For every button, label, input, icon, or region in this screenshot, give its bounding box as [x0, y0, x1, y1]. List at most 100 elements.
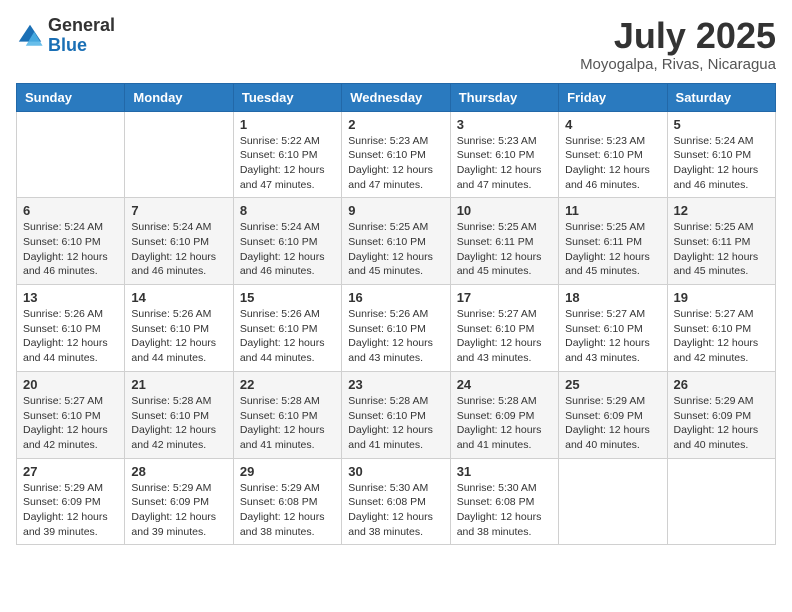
calendar-cell: 26 Sunrise: 5:29 AMSunset: 6:09 PMDaylig…	[667, 371, 775, 458]
calendar-cell: 1 Sunrise: 5:22 AMSunset: 6:10 PMDayligh…	[233, 111, 341, 198]
day-info: Sunrise: 5:28 AMSunset: 6:10 PMDaylight:…	[348, 395, 433, 451]
calendar-cell: 5 Sunrise: 5:24 AMSunset: 6:10 PMDayligh…	[667, 111, 775, 198]
day-info: Sunrise: 5:25 AMSunset: 6:11 PMDaylight:…	[565, 221, 650, 277]
calendar-cell: 23 Sunrise: 5:28 AMSunset: 6:10 PMDaylig…	[342, 371, 450, 458]
day-info: Sunrise: 5:30 AMSunset: 6:08 PMDaylight:…	[457, 482, 542, 538]
logo: General Blue	[16, 16, 115, 56]
day-info: Sunrise: 5:27 AMSunset: 6:10 PMDaylight:…	[565, 308, 650, 364]
title-area: July 2025 Moyogalpa, Rivas, Nicaragua	[580, 16, 776, 73]
day-number: 19	[674, 290, 769, 305]
calendar-cell: 14 Sunrise: 5:26 AMSunset: 6:10 PMDaylig…	[125, 285, 233, 372]
day-info: Sunrise: 5:24 AMSunset: 6:10 PMDaylight:…	[674, 135, 759, 191]
calendar-cell: 8 Sunrise: 5:24 AMSunset: 6:10 PMDayligh…	[233, 198, 341, 285]
calendar-cell: 15 Sunrise: 5:26 AMSunset: 6:10 PMDaylig…	[233, 285, 341, 372]
location: Moyogalpa, Rivas, Nicaragua	[580, 56, 776, 73]
day-number: 21	[131, 377, 226, 392]
day-number: 31	[457, 464, 552, 479]
calendar-cell: 28 Sunrise: 5:29 AMSunset: 6:09 PMDaylig…	[125, 458, 233, 545]
day-info: Sunrise: 5:29 AMSunset: 6:09 PMDaylight:…	[565, 395, 650, 451]
day-number: 14	[131, 290, 226, 305]
day-number: 10	[457, 203, 552, 218]
calendar-week-row: 13 Sunrise: 5:26 AMSunset: 6:10 PMDaylig…	[17, 285, 776, 372]
calendar-week-row: 1 Sunrise: 5:22 AMSunset: 6:10 PMDayligh…	[17, 111, 776, 198]
calendar-cell: 6 Sunrise: 5:24 AMSunset: 6:10 PMDayligh…	[17, 198, 125, 285]
logo-text: General Blue	[48, 16, 115, 56]
header-saturday: Saturday	[667, 83, 775, 111]
logo-blue: Blue	[48, 36, 115, 56]
calendar-cell: 17 Sunrise: 5:27 AMSunset: 6:10 PMDaylig…	[450, 285, 558, 372]
calendar-cell: 19 Sunrise: 5:27 AMSunset: 6:10 PMDaylig…	[667, 285, 775, 372]
calendar-week-row: 6 Sunrise: 5:24 AMSunset: 6:10 PMDayligh…	[17, 198, 776, 285]
calendar-cell	[17, 111, 125, 198]
day-number: 22	[240, 377, 335, 392]
calendar-cell: 3 Sunrise: 5:23 AMSunset: 6:10 PMDayligh…	[450, 111, 558, 198]
calendar-cell: 24 Sunrise: 5:28 AMSunset: 6:09 PMDaylig…	[450, 371, 558, 458]
calendar-cell	[667, 458, 775, 545]
day-info: Sunrise: 5:26 AMSunset: 6:10 PMDaylight:…	[240, 308, 325, 364]
header-thursday: Thursday	[450, 83, 558, 111]
header-friday: Friday	[559, 83, 667, 111]
day-info: Sunrise: 5:29 AMSunset: 6:09 PMDaylight:…	[23, 482, 108, 538]
calendar-cell	[559, 458, 667, 545]
header-sunday: Sunday	[17, 83, 125, 111]
day-info: Sunrise: 5:24 AMSunset: 6:10 PMDaylight:…	[131, 221, 216, 277]
day-info: Sunrise: 5:25 AMSunset: 6:10 PMDaylight:…	[348, 221, 433, 277]
day-number: 1	[240, 117, 335, 132]
day-info: Sunrise: 5:27 AMSunset: 6:10 PMDaylight:…	[457, 308, 542, 364]
day-number: 27	[23, 464, 118, 479]
calendar-cell: 22 Sunrise: 5:28 AMSunset: 6:10 PMDaylig…	[233, 371, 341, 458]
day-info: Sunrise: 5:26 AMSunset: 6:10 PMDaylight:…	[348, 308, 433, 364]
header-wednesday: Wednesday	[342, 83, 450, 111]
day-info: Sunrise: 5:27 AMSunset: 6:10 PMDaylight:…	[674, 308, 759, 364]
calendar-cell	[125, 111, 233, 198]
day-info: Sunrise: 5:23 AMSunset: 6:10 PMDaylight:…	[348, 135, 433, 191]
day-number: 3	[457, 117, 552, 132]
day-number: 17	[457, 290, 552, 305]
header-monday: Monday	[125, 83, 233, 111]
calendar-cell: 31 Sunrise: 5:30 AMSunset: 6:08 PMDaylig…	[450, 458, 558, 545]
calendar-cell: 25 Sunrise: 5:29 AMSunset: 6:09 PMDaylig…	[559, 371, 667, 458]
calendar-header-row: SundayMondayTuesdayWednesdayThursdayFrid…	[17, 83, 776, 111]
day-number: 13	[23, 290, 118, 305]
day-number: 26	[674, 377, 769, 392]
month-title: July 2025	[580, 16, 776, 56]
day-info: Sunrise: 5:26 AMSunset: 6:10 PMDaylight:…	[131, 308, 216, 364]
day-info: Sunrise: 5:25 AMSunset: 6:11 PMDaylight:…	[674, 221, 759, 277]
day-number: 28	[131, 464, 226, 479]
day-number: 6	[23, 203, 118, 218]
day-info: Sunrise: 5:29 AMSunset: 6:08 PMDaylight:…	[240, 482, 325, 538]
calendar-cell: 2 Sunrise: 5:23 AMSunset: 6:10 PMDayligh…	[342, 111, 450, 198]
day-info: Sunrise: 5:28 AMSunset: 6:10 PMDaylight:…	[240, 395, 325, 451]
calendar-cell: 13 Sunrise: 5:26 AMSunset: 6:10 PMDaylig…	[17, 285, 125, 372]
calendar-cell: 10 Sunrise: 5:25 AMSunset: 6:11 PMDaylig…	[450, 198, 558, 285]
day-number: 4	[565, 117, 660, 132]
calendar-cell: 12 Sunrise: 5:25 AMSunset: 6:11 PMDaylig…	[667, 198, 775, 285]
day-info: Sunrise: 5:25 AMSunset: 6:11 PMDaylight:…	[457, 221, 542, 277]
day-info: Sunrise: 5:24 AMSunset: 6:10 PMDaylight:…	[23, 221, 108, 277]
calendar-cell: 7 Sunrise: 5:24 AMSunset: 6:10 PMDayligh…	[125, 198, 233, 285]
day-info: Sunrise: 5:28 AMSunset: 6:10 PMDaylight:…	[131, 395, 216, 451]
day-info: Sunrise: 5:28 AMSunset: 6:09 PMDaylight:…	[457, 395, 542, 451]
day-info: Sunrise: 5:30 AMSunset: 6:08 PMDaylight:…	[348, 482, 433, 538]
day-number: 15	[240, 290, 335, 305]
page-header: General Blue July 2025 Moyogalpa, Rivas,…	[16, 16, 776, 73]
calendar-cell: 9 Sunrise: 5:25 AMSunset: 6:10 PMDayligh…	[342, 198, 450, 285]
day-number: 30	[348, 464, 443, 479]
calendar-cell: 29 Sunrise: 5:29 AMSunset: 6:08 PMDaylig…	[233, 458, 341, 545]
day-number: 16	[348, 290, 443, 305]
day-number: 29	[240, 464, 335, 479]
day-number: 24	[457, 377, 552, 392]
calendar-cell: 27 Sunrise: 5:29 AMSunset: 6:09 PMDaylig…	[17, 458, 125, 545]
day-number: 7	[131, 203, 226, 218]
calendar-cell: 4 Sunrise: 5:23 AMSunset: 6:10 PMDayligh…	[559, 111, 667, 198]
calendar-cell: 21 Sunrise: 5:28 AMSunset: 6:10 PMDaylig…	[125, 371, 233, 458]
calendar-cell: 16 Sunrise: 5:26 AMSunset: 6:10 PMDaylig…	[342, 285, 450, 372]
day-number: 8	[240, 203, 335, 218]
day-number: 5	[674, 117, 769, 132]
day-number: 2	[348, 117, 443, 132]
day-info: Sunrise: 5:27 AMSunset: 6:10 PMDaylight:…	[23, 395, 108, 451]
calendar-cell: 18 Sunrise: 5:27 AMSunset: 6:10 PMDaylig…	[559, 285, 667, 372]
calendar-week-row: 27 Sunrise: 5:29 AMSunset: 6:09 PMDaylig…	[17, 458, 776, 545]
day-info: Sunrise: 5:22 AMSunset: 6:10 PMDaylight:…	[240, 135, 325, 191]
day-info: Sunrise: 5:23 AMSunset: 6:10 PMDaylight:…	[457, 135, 542, 191]
